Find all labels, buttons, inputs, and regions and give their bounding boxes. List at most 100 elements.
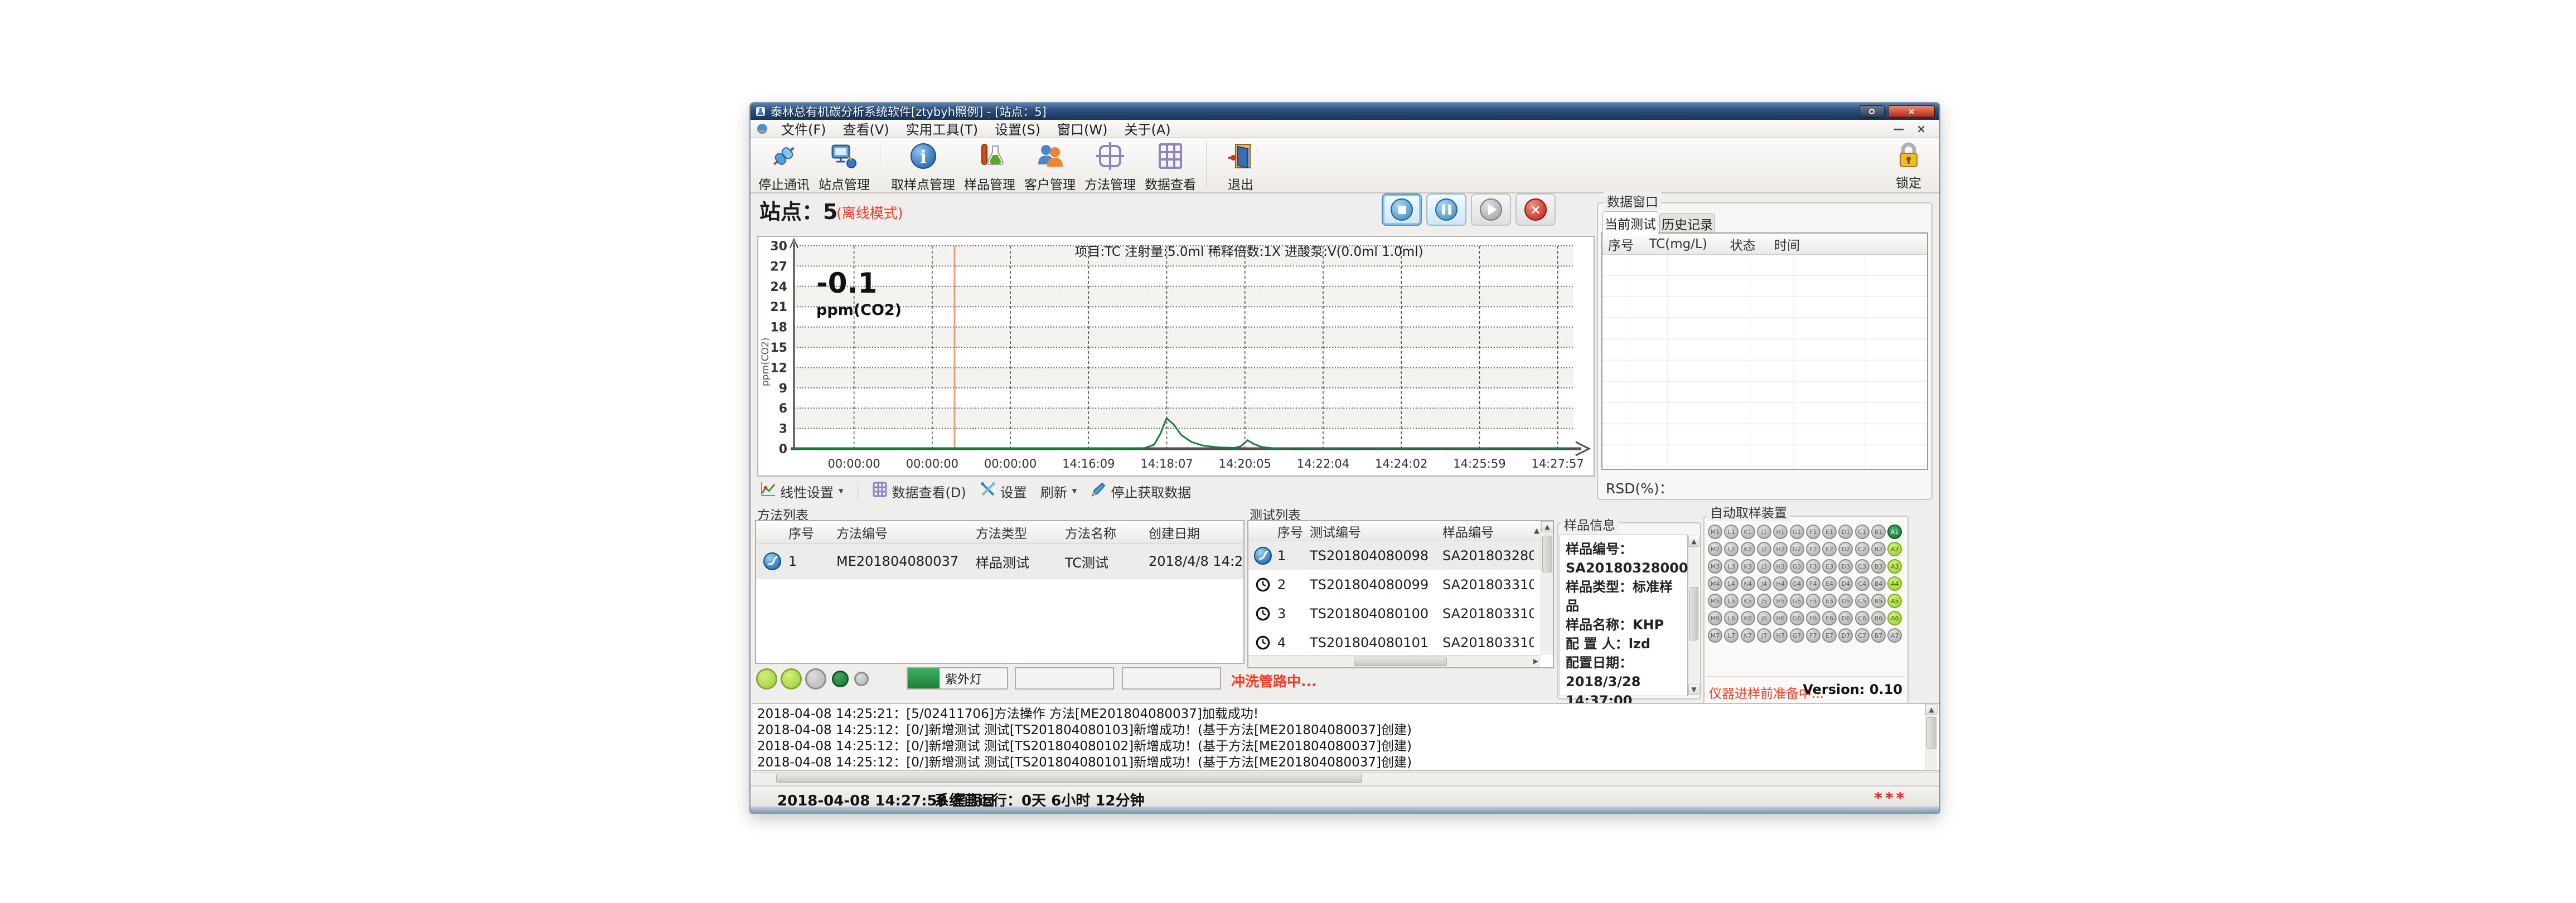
sampler-vial-B7[interactable]: B7: [1871, 628, 1886, 643]
chart-toolbar-item[interactable]: 刷新▾: [1040, 482, 1077, 501]
chevron-down-icon[interactable]: ▾: [1072, 486, 1077, 497]
table-row[interactable]: 1TS201804080098 SA201803280001: [1248, 541, 1541, 570]
sampler-vial-B4[interactable]: B4: [1871, 576, 1886, 591]
sampler-vial-K3[interactable]: K3: [1741, 559, 1755, 574]
toolbar-button[interactable]: 退出: [1213, 140, 1268, 193]
chart-toolbar-item[interactable]: 设置: [980, 481, 1027, 501]
sampler-vial-K5[interactable]: K5: [1741, 594, 1755, 608]
sampler-vial-M1[interactable]: M1: [1708, 525, 1722, 539]
sampler-vial-C1[interactable]: C1: [1855, 525, 1870, 539]
column-header[interactable]: 序号: [1602, 235, 1644, 254]
sampler-vial-E6[interactable]: E6: [1822, 611, 1837, 625]
sampler-vial-J6[interactable]: J6: [1757, 611, 1771, 625]
scrollbar-thumb[interactable]: [776, 774, 1362, 783]
sampler-vial-M3[interactable]: M3: [1708, 559, 1722, 574]
sampler-vial-E2[interactable]: E2: [1822, 542, 1837, 556]
sampler-vial-F1[interactable]: F1: [1806, 525, 1820, 539]
sampler-vial-F2[interactable]: F2: [1806, 542, 1820, 556]
sampler-vial-C3[interactable]: C3: [1855, 559, 1870, 574]
pause-button[interactable]: [1426, 193, 1466, 226]
sampler-vial-B2[interactable]: B2: [1871, 542, 1886, 556]
column-header[interactable]: 序号: [785, 523, 833, 542]
sampler-vial-E3[interactable]: E3: [1822, 559, 1837, 574]
sampler-vial-M6[interactable]: M6: [1708, 611, 1722, 625]
lock-button[interactable]: 锁定: [1883, 140, 1934, 191]
tab-current-test[interactable]: 当前测试: [1602, 211, 1658, 234]
sampler-vial-H6[interactable]: H6: [1773, 611, 1788, 625]
scrollbar-thumb[interactable]: [1689, 587, 1698, 640]
table-row[interactable]: 1ME201804080037 样品测试TC测试 2018/4/8 14:25:…: [756, 543, 1243, 579]
sampler-vial-B5[interactable]: B5: [1871, 594, 1886, 608]
scrollbar-thumb[interactable]: [1542, 536, 1552, 572]
sampler-vial-M5[interactable]: M5: [1708, 594, 1722, 608]
log-scrollbar[interactable]: ▲: [1925, 704, 1937, 770]
sampler-vial-M7[interactable]: M7: [1708, 628, 1722, 643]
sampler-vial-J7[interactable]: J7: [1757, 628, 1771, 643]
sampler-vial-E7[interactable]: E7: [1822, 628, 1837, 643]
sampler-vial-F3[interactable]: F3: [1806, 559, 1820, 574]
test-list-vertical-scrollbar[interactable]: ▲: [1541, 521, 1553, 655]
sampler-vial-C6[interactable]: C6: [1855, 611, 1870, 625]
table-row[interactable]: 2TS201804080099 SA201803310000: [1248, 570, 1541, 599]
restore-button[interactable]: [1859, 105, 1885, 118]
sample-info-scrollbar[interactable]: ▲ ▼: [1688, 536, 1699, 695]
table-row[interactable]: 4TS201804080101 SA201803310002: [1248, 628, 1541, 657]
toolbar-button[interactable]: i取样点管理: [887, 140, 960, 193]
column-header[interactable]: 创建日期: [1145, 523, 1243, 542]
column-header[interactable]: 方法编号: [833, 523, 972, 542]
toolbar-button[interactable]: 客户管理: [1020, 140, 1080, 193]
toolbar-button[interactable]: 方法管理: [1080, 140, 1140, 193]
sampler-vial-H1[interactable]: H1: [1773, 525, 1788, 539]
sampler-vial-C5[interactable]: C5: [1855, 594, 1870, 608]
scroll-up-icon[interactable]: ▲: [1688, 536, 1699, 547]
sampler-vial-F6[interactable]: F6: [1806, 611, 1820, 625]
sampler-vial-B1[interactable]: B1: [1871, 525, 1886, 539]
test-list-table[interactable]: 序号测试编号样品编号▲ 1TS201804080098 SA2018032800…: [1247, 520, 1554, 668]
sampler-vial-H2[interactable]: H2: [1773, 542, 1788, 556]
menu-item[interactable]: 窗口(W): [1049, 118, 1116, 139]
sampler-vial-E4[interactable]: E4: [1822, 576, 1837, 591]
sampler-vial-G3[interactable]: G3: [1790, 559, 1804, 574]
child-minimize-icon[interactable]: —: [1893, 122, 1904, 135]
toolbar-button[interactable]: 样品管理: [960, 140, 1020, 193]
sampler-vial-G4[interactable]: G4: [1790, 576, 1804, 591]
menu-item[interactable]: 实用工具(T): [898, 118, 986, 139]
toolbar-button[interactable]: 数据查看: [1140, 140, 1200, 193]
abort-button[interactable]: ×: [1515, 193, 1556, 226]
sampler-vial-B6[interactable]: B6: [1871, 611, 1886, 625]
sampler-vial-H4[interactable]: H4: [1773, 576, 1788, 591]
close-button[interactable]: ×: [1888, 105, 1935, 118]
sampler-vial-K6[interactable]: K6: [1741, 611, 1755, 625]
chevron-down-icon[interactable]: ▾: [839, 486, 844, 497]
current-test-table[interactable]: 序号TC(mg/L)状态时间: [1601, 232, 1928, 470]
sampler-vial-E1[interactable]: E1: [1822, 525, 1837, 539]
sampler-vial-G7[interactable]: G7: [1790, 628, 1804, 643]
sampler-vial-E5[interactable]: E5: [1822, 594, 1837, 608]
method-list-table[interactable]: 序号方法编号方法类型方法名称创建日期 1ME201804080037 样品测试T…: [755, 520, 1245, 664]
toolbar-button[interactable]: 停止通讯: [754, 140, 814, 193]
sampler-vial-K4[interactable]: K4: [1741, 576, 1755, 591]
tab-history[interactable]: 历史记录: [1659, 213, 1715, 234]
sampler-vial-F5[interactable]: F5: [1806, 594, 1820, 608]
sampler-vial-G2[interactable]: G2: [1790, 542, 1804, 556]
menu-item[interactable]: 文件(F): [773, 118, 835, 139]
toolbar-button[interactable]: 站点管理: [814, 140, 874, 193]
sampler-vial-G6[interactable]: G6: [1790, 611, 1804, 625]
column-header[interactable]: 样品编号: [1439, 522, 1534, 541]
sampler-vial-J1[interactable]: J1: [1757, 525, 1771, 539]
sampler-vial-J5[interactable]: J5: [1757, 594, 1771, 608]
sampler-vial-J2[interactable]: J2: [1757, 542, 1771, 556]
stop-button[interactable]: [1382, 193, 1422, 226]
chart-toolbar-item[interactable]: 数据查看(D): [871, 481, 966, 501]
sampler-vial-F7[interactable]: F7: [1806, 628, 1820, 643]
sampler-vial-M4[interactable]: M4: [1708, 576, 1722, 591]
chart-toolbar-item[interactable]: 停止获取数据: [1090, 481, 1191, 501]
table-row[interactable]: 3TS201804080100 SA201803310001: [1248, 599, 1541, 628]
scrollbar-thumb[interactable]: [1926, 717, 1936, 749]
sampler-vial-C7[interactable]: C7: [1855, 628, 1870, 643]
column-header[interactable]: 序号: [1274, 522, 1306, 541]
menu-item[interactable]: 设置(S): [986, 118, 1049, 139]
sampler-vial-J3[interactable]: J3: [1757, 559, 1771, 574]
test-list-horizontal-scrollbar[interactable]: ▶: [1248, 655, 1541, 667]
menu-item[interactable]: 查看(V): [835, 118, 898, 139]
